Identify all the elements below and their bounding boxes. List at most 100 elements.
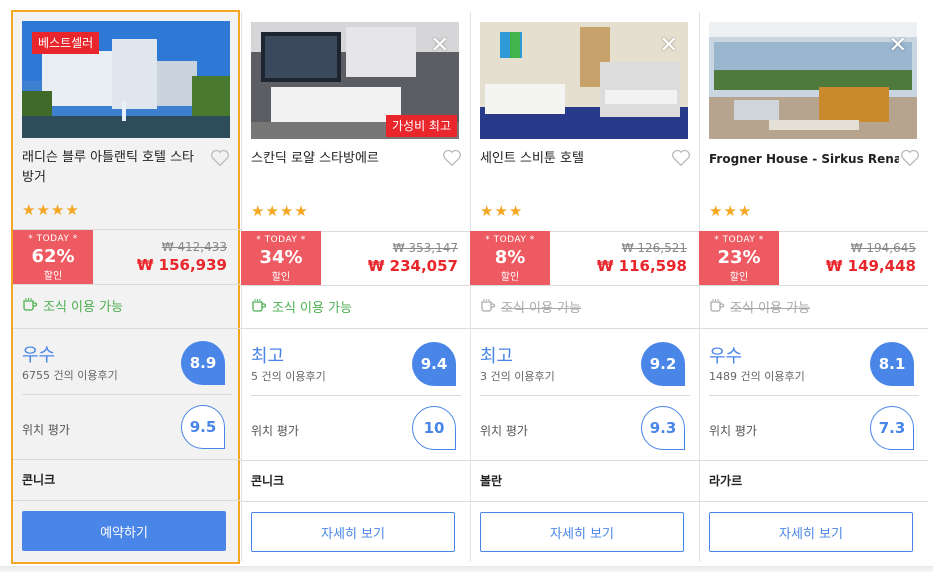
discount-percent: 23% — [717, 247, 761, 268]
today-label: * TODAY * — [485, 235, 535, 245]
review-score-badge: 8.1 — [870, 342, 914, 386]
scroll-edge — [0, 566, 933, 572]
view-details-button[interactable]: 자세히 보기 — [480, 512, 684, 552]
today-discount-badge: * TODAY * 34% 할인 — [241, 231, 321, 285]
close-icon[interactable]: ✕ — [660, 35, 678, 57]
divider — [13, 500, 242, 501]
rating-word: 우수 — [709, 346, 743, 367]
view-details-button[interactable]: 자세히 보기 — [709, 512, 913, 552]
breakfast-label: 조식 이용 가능 — [43, 300, 124, 315]
discount-unit: 할인 — [43, 271, 63, 282]
location-rating-label: 위치 평가 — [480, 424, 528, 438]
rating-word: 최고 — [480, 346, 514, 367]
breakfast-label: 조식 이용 가능 — [730, 301, 811, 316]
divider — [699, 328, 928, 329]
discount-unit: 할인 — [271, 272, 291, 283]
divider — [709, 395, 919, 396]
sale-price: ₩ 234,057 — [367, 257, 458, 275]
bestseller-badge: 베스트셀러 — [32, 32, 100, 54]
hotel-comparison-strip: 베스트셀러 래디슨 블루 아틀랜틱 호텔 스타방거 ★★★★ * TODAY *… — [0, 0, 933, 572]
today-label: * TODAY * — [256, 235, 306, 245]
sale-price: ₩ 149,448 — [825, 257, 916, 275]
coffee-cup-icon — [22, 297, 38, 315]
divider — [13, 459, 242, 460]
heart-icon[interactable] — [671, 149, 691, 171]
location-rating-label: 위치 평가 — [709, 424, 757, 438]
divider — [470, 501, 699, 502]
sale-price: ₩ 116,598 — [596, 257, 687, 275]
breakfast-info: 조식 이용 가능 — [251, 297, 352, 316]
divider — [699, 285, 928, 286]
discount-percent: 34% — [259, 247, 303, 268]
original-price: ₩ 126,521 — [621, 241, 687, 255]
divider — [241, 460, 470, 461]
divider — [241, 285, 470, 286]
today-label: * TODAY * — [714, 235, 764, 245]
hotel-card[interactable]: ✕ 가성비 최고 스칸딕 로얄 스타방에르 ★★★★ * TODAY * 34%… — [241, 12, 470, 564]
breakfast-label: 조식 이용 가능 — [272, 301, 353, 316]
location-score-badge: 9.3 — [641, 406, 685, 450]
review-count[interactable]: 1489 건의 이용후기 — [709, 368, 805, 384]
hotel-card[interactable]: ✕ 세인트 스비툰 호텔 ★★★ * TODAY * 8% 할인 ₩ 126,5… — [470, 12, 699, 564]
hotel-name[interactable]: Frogner House - Sirkus Renaa — [709, 149, 899, 169]
hotel-photo[interactable]: ✕ — [480, 22, 688, 139]
close-icon[interactable]: ✕ — [889, 35, 907, 57]
best-value-badge: 가성비 최고 — [385, 115, 457, 137]
divider — [241, 328, 470, 329]
hotel-name[interactable]: 세인트 스비툰 호텔 — [480, 149, 658, 169]
location-score-badge: 7.3 — [870, 406, 914, 450]
breakfast-info: 조식 이용 가능 — [709, 297, 810, 316]
review-score-badge: 9.4 — [412, 342, 456, 386]
neighborhood: 콘니크 — [22, 473, 56, 487]
today-label: * TODAY * — [28, 234, 78, 244]
hotel-card-selected[interactable]: 베스트셀러 래디슨 블루 아틀랜틱 호텔 스타방거 ★★★★ * TODAY *… — [11, 10, 242, 564]
divider — [22, 394, 232, 395]
star-rating: ★★★★ — [22, 201, 80, 219]
coffee-cup-icon — [251, 298, 267, 316]
divider — [13, 284, 242, 285]
book-button[interactable]: 예약하기 — [22, 511, 226, 551]
hotel-name[interactable]: 래디슨 블루 아틀랜틱 호텔 스타방거 — [22, 148, 200, 188]
today-discount-badge: * TODAY * 62% 할인 — [13, 230, 93, 284]
discount-percent: 8% — [494, 247, 526, 268]
hotel-name[interactable]: 스칸딕 로얄 스타방에르 — [251, 149, 429, 169]
hotel-photo[interactable]: ✕ — [709, 22, 917, 139]
review-score-badge: 9.2 — [641, 342, 685, 386]
coffee-cup-icon — [709, 298, 725, 316]
rating-word: 우수 — [22, 345, 56, 366]
review-count[interactable]: 3 건의 이용후기 — [480, 368, 555, 384]
breakfast-info: 조식 이용 가능 — [22, 296, 123, 315]
sale-price: ₩ 156,939 — [136, 256, 227, 274]
discount-unit: 할인 — [500, 272, 520, 283]
rating-word: 최고 — [251, 346, 285, 367]
view-details-button[interactable]: 자세히 보기 — [251, 512, 455, 552]
close-icon[interactable]: ✕ — [431, 35, 449, 57]
original-price: ₩ 194,645 — [850, 241, 916, 255]
breakfast-label: 조식 이용 가능 — [501, 301, 582, 316]
divider — [251, 395, 461, 396]
heart-icon[interactable] — [210, 149, 230, 171]
heart-icon[interactable] — [442, 149, 462, 171]
neighborhood: 라가르 — [709, 474, 743, 488]
discount-percent: 62% — [31, 246, 75, 267]
divider — [470, 328, 699, 329]
hotel-photo[interactable]: ✕ 가성비 최고 — [251, 22, 459, 139]
divider — [470, 460, 699, 461]
divider — [699, 460, 928, 461]
divider — [13, 328, 242, 329]
divider — [470, 285, 699, 286]
divider — [241, 501, 470, 502]
hotel-card[interactable]: ✕ Frogner House - Sirkus Renaa ★★★ * TOD… — [699, 12, 928, 564]
location-score-badge: 10 — [412, 406, 456, 450]
review-count[interactable]: 5 건의 이용후기 — [251, 368, 326, 384]
review-count[interactable]: 6755 건의 이용후기 — [22, 367, 118, 383]
today-discount-badge: * TODAY * 23% 할인 — [699, 231, 779, 285]
neighborhood: 콘니크 — [251, 474, 285, 488]
today-discount-badge: * TODAY * 8% 할인 — [470, 231, 550, 285]
location-rating-label: 위치 평가 — [22, 423, 70, 437]
location-rating-label: 위치 평가 — [251, 424, 299, 438]
star-rating: ★★★★ — [251, 202, 309, 220]
hotel-photo[interactable]: 베스트셀러 — [22, 21, 230, 138]
star-rating: ★★★ — [480, 202, 524, 220]
heart-icon[interactable] — [900, 149, 920, 171]
